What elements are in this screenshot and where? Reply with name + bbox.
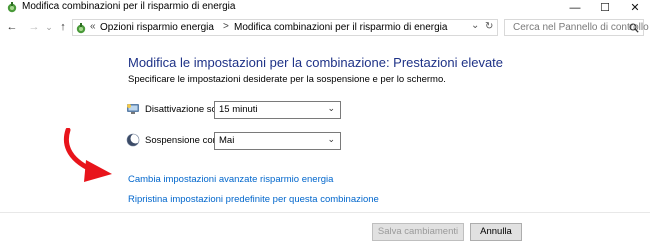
up-arrow-icon: ↑ — [60, 21, 66, 33]
sleep-select[interactable]: Mai ⌄ — [214, 132, 341, 150]
recent-locations-button[interactable]: ⌄ — [44, 20, 54, 34]
address-bar[interactable]: « Opzioni risparmio energia > Modifica c… — [72, 19, 498, 36]
display-off-value: 15 minuti — [219, 104, 258, 115]
up-button[interactable]: ↑ — [57, 20, 69, 34]
back-arrow-icon: ← — [6, 21, 18, 33]
sleep-value: Mai — [219, 135, 235, 146]
power-options-icon — [76, 23, 86, 34]
breadcrumb-item-opzioni[interactable]: Opzioni risparmio energia — [100, 22, 214, 34]
back-button[interactable]: ← — [6, 20, 18, 34]
chevron-down-icon: ⌄ — [45, 22, 53, 32]
monitor-icon — [127, 104, 139, 114]
cancel-button[interactable]: Annulla — [470, 223, 522, 241]
advanced-settings-link[interactable]: Cambia impostazioni avanzate risparmio e… — [128, 174, 333, 185]
window-title: Modifica combinazioni per il risparmio d… — [22, 1, 236, 12]
minimize-icon: — — [569, 1, 581, 14]
maximize-icon: ☐ — [600, 2, 610, 14]
forward-button[interactable]: → — [28, 20, 40, 34]
address-dropdown-button[interactable]: ⌄ — [471, 20, 479, 32]
refresh-button[interactable]: ↻ — [485, 21, 493, 33]
breadcrumb-separator[interactable]: > — [223, 21, 229, 33]
save-changes-button[interactable]: Salva cambiamenti — [372, 223, 464, 241]
title-bar: Modifica combinazioni per il risparmio d… — [0, 0, 650, 15]
close-button[interactable]: ✕ — [620, 0, 650, 15]
power-options-icon — [7, 2, 17, 13]
navigation-bar: ← → ⌄ ↑ « Opzioni risparmio energia > Mo… — [0, 15, 650, 39]
display-off-select[interactable]: 15 minuti ⌄ — [214, 101, 341, 119]
breadcrumb-item-modifica[interactable]: Modifica combinazioni per il risparmio d… — [234, 22, 447, 34]
moon-icon — [126, 133, 140, 147]
chevron-down-icon: ⌄ — [327, 134, 335, 144]
page-description: Specificare le impostazioni desiderate p… — [128, 74, 446, 85]
chevron-down-icon: ⌄ — [327, 103, 335, 113]
search-icon[interactable] — [629, 23, 639, 33]
minimize-button[interactable]: — — [560, 0, 590, 15]
maximize-button[interactable]: ☐ — [590, 0, 620, 15]
page-title: Modifica le impostazioni per la combinaz… — [128, 55, 504, 70]
refresh-icon: ↻ — [485, 21, 494, 32]
chevron-down-icon: ⌄ — [471, 20, 480, 31]
close-icon: ✕ — [630, 2, 640, 14]
annotation-arrow-icon — [63, 128, 112, 182]
restore-defaults-link[interactable]: Ripristina impostazioni predefinite per … — [128, 194, 379, 205]
breadcrumb-overflow[interactable]: « — [90, 21, 96, 33]
search-box[interactable]: Cerca nel Pannello di controllo — [504, 19, 649, 36]
footer-divider — [0, 212, 650, 213]
forward-arrow-icon: → — [28, 21, 40, 33]
